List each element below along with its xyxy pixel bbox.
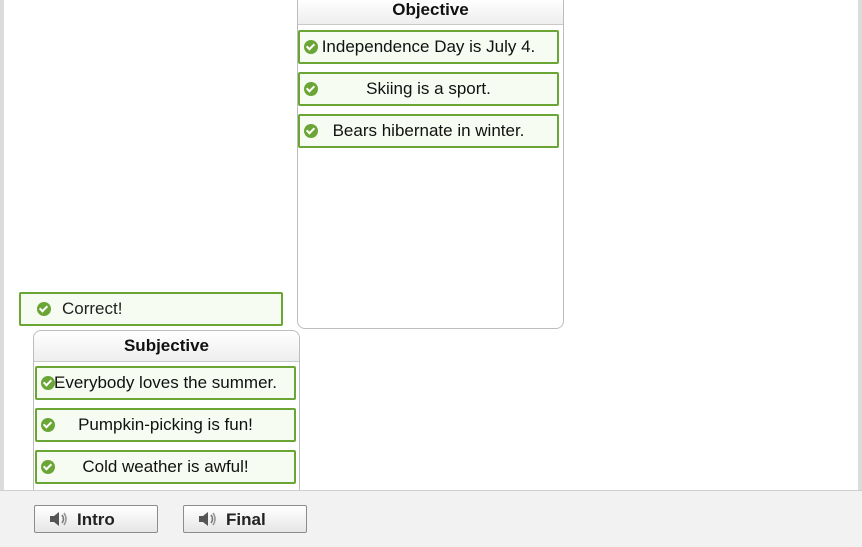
card-text: Pumpkin-picking is fun! xyxy=(78,415,253,434)
check-circle-icon xyxy=(304,124,318,138)
card-text: Bears hibernate in winter. xyxy=(332,121,525,140)
right-frame-border xyxy=(858,0,862,546)
check-circle-icon xyxy=(37,302,51,316)
check-circle-icon xyxy=(41,418,55,432)
subjective-header: Subjective xyxy=(34,331,299,362)
speaker-icon xyxy=(197,510,219,533)
intro-audio-button[interactable]: Intro xyxy=(34,505,158,533)
card-text: Cold weather is awful! xyxy=(82,457,249,476)
intro-label: Intro xyxy=(77,510,115,529)
card-text: Skiing is a sport. xyxy=(366,79,491,98)
subjective-card[interactable]: Everybody loves the summer. xyxy=(35,366,296,400)
check-circle-icon xyxy=(304,40,318,54)
objective-card[interactable]: Bears hibernate in winter. xyxy=(298,114,559,148)
correct-feedback: Correct! xyxy=(19,292,283,326)
feedback-text: Correct! xyxy=(62,299,123,318)
footer-toolbar: Intro Final xyxy=(0,490,862,547)
check-circle-icon xyxy=(41,376,55,390)
objective-header: Objective xyxy=(298,0,563,25)
card-text: Independence Day is July 4. xyxy=(321,37,536,56)
final-audio-button[interactable]: Final xyxy=(183,505,307,533)
subjective-card[interactable]: Cold weather is awful! xyxy=(35,450,296,484)
objective-card[interactable]: Skiing is a sport. xyxy=(298,72,559,106)
subjective-card[interactable]: Pumpkin-picking is fun! xyxy=(35,408,296,442)
speaker-icon xyxy=(48,510,70,533)
check-circle-icon xyxy=(304,82,318,96)
check-circle-icon xyxy=(41,460,55,474)
card-text: Everybody loves the summer. xyxy=(54,373,277,392)
final-label: Final xyxy=(226,510,266,529)
objective-card[interactable]: Independence Day is July 4. xyxy=(298,30,559,64)
activity-stage: Objective Independence Day is July 4. Sk… xyxy=(4,0,858,490)
